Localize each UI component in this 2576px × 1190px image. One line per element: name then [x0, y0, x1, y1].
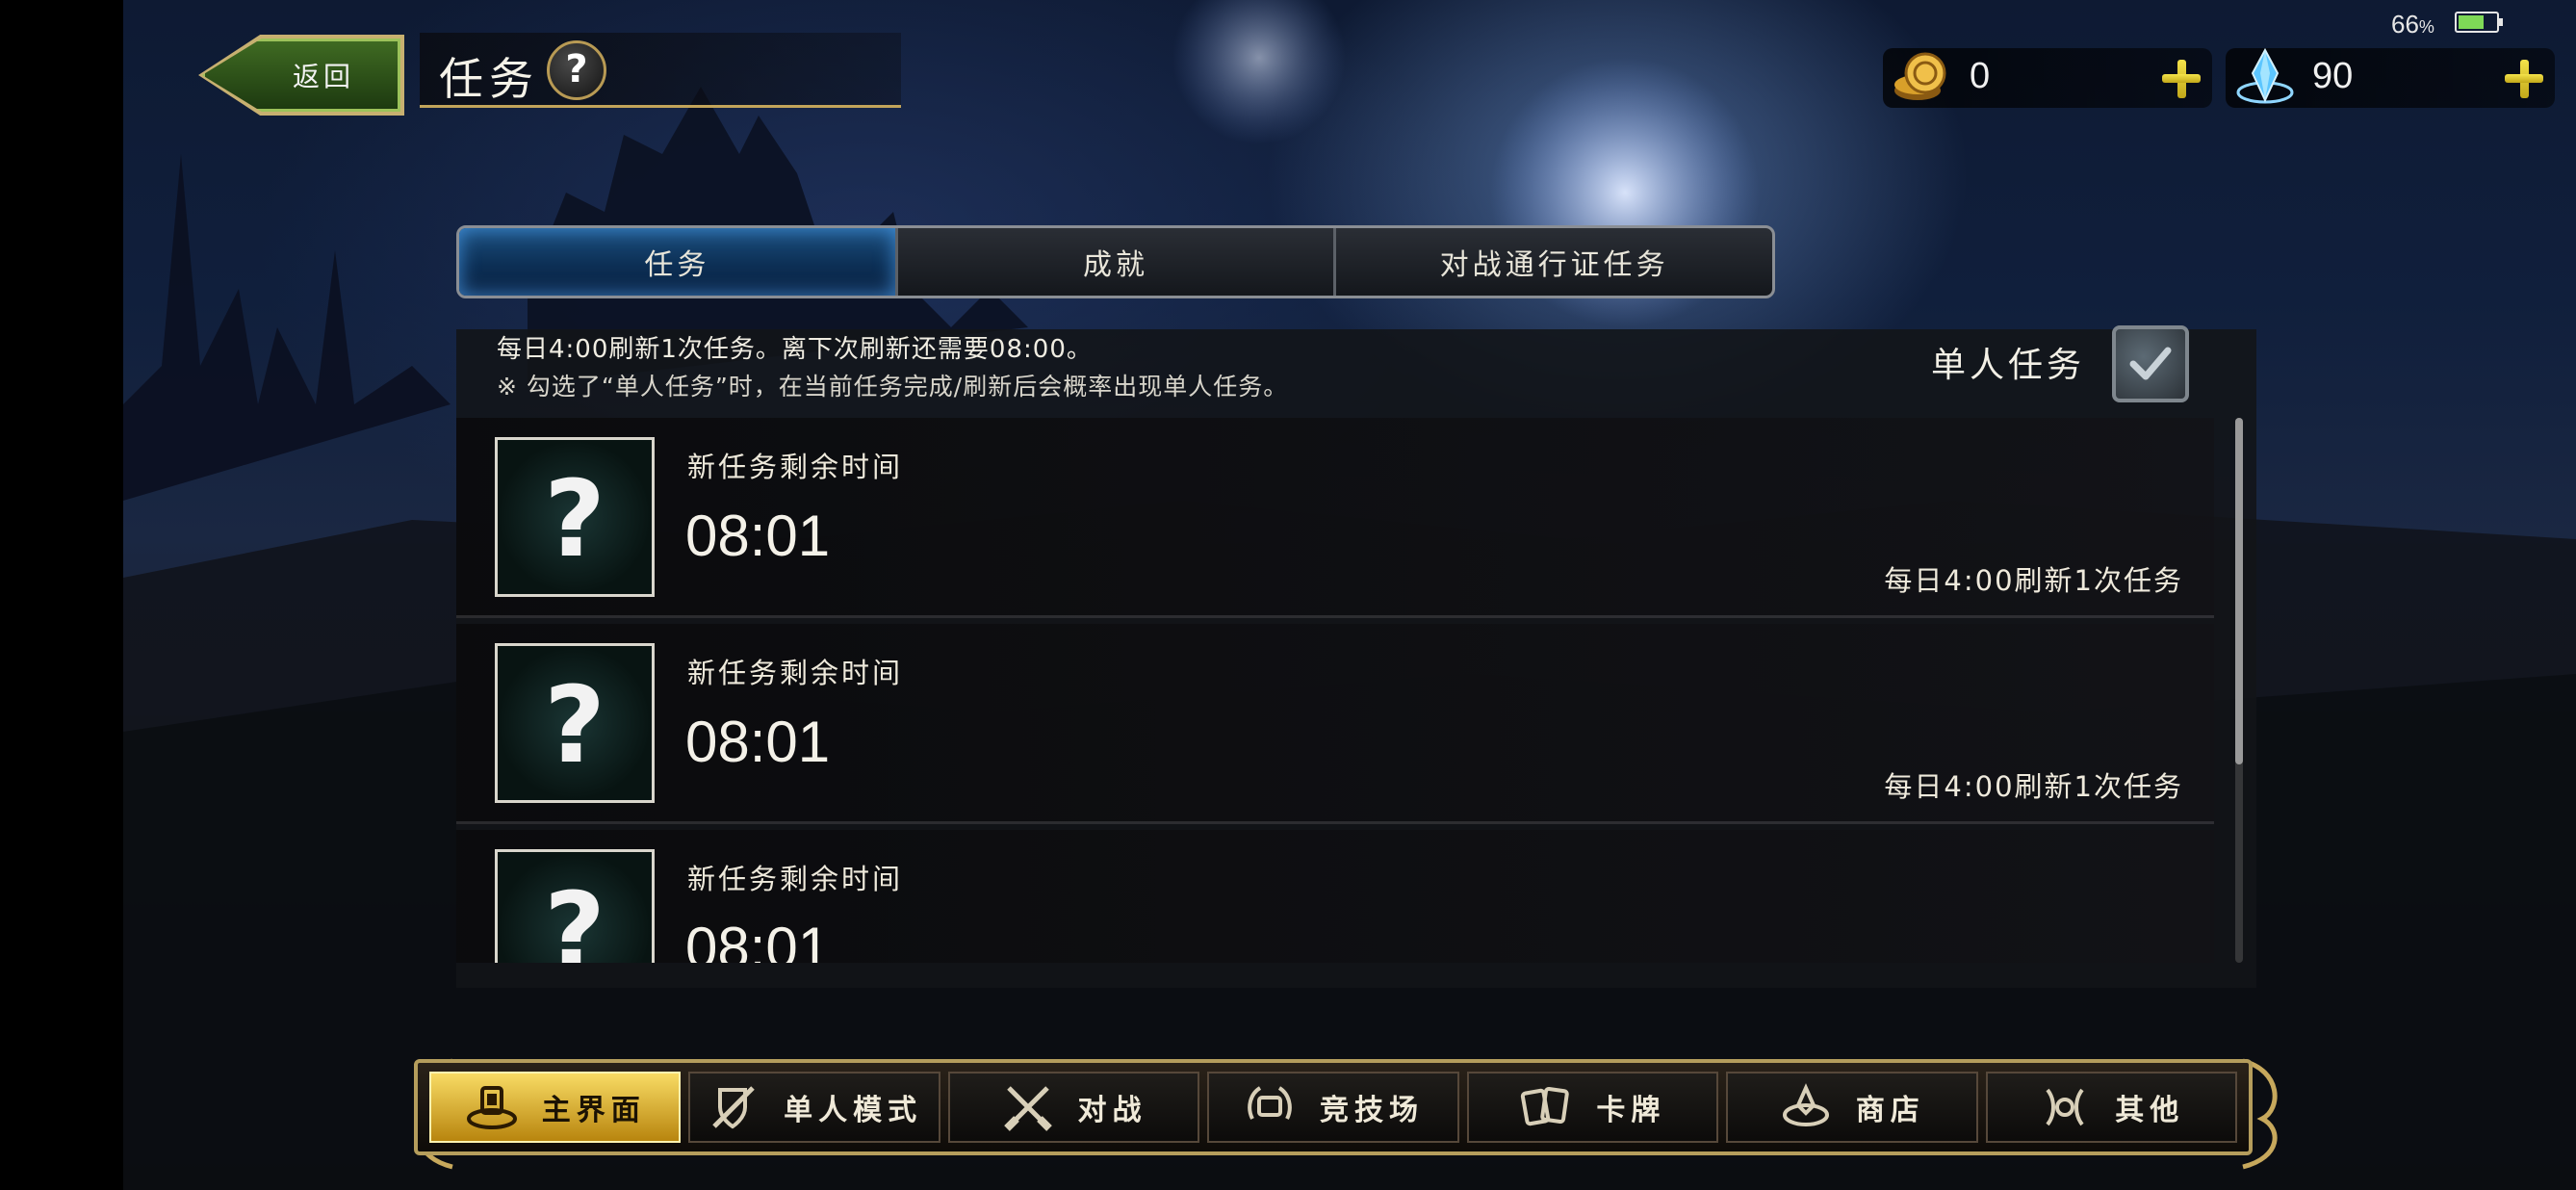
tab-battle-pass-quests[interactable]: 对战通行证任务: [1336, 228, 1772, 296]
arena-laurel-icon: [1248, 1086, 1292, 1120]
blue-crystal-icon: [2236, 47, 2294, 104]
help-question-icon[interactable]: ?: [547, 40, 606, 100]
nav-battle[interactable]: 对战: [947, 1072, 1200, 1143]
quest-refresh-note: 每日4:00刷新1次任务: [1884, 770, 2183, 803]
quest-refresh-note: 每日4:00刷新1次任务: [1884, 564, 2183, 597]
add-crystal-plus-icon[interactable]: [2503, 58, 2545, 100]
tab-label: 成就: [1083, 248, 1148, 282]
quest-countdown: 08:01: [685, 710, 831, 774]
solo-quest-checkbox[interactable]: [2112, 325, 2189, 402]
nav-other[interactable]: 其他: [1985, 1072, 2237, 1143]
page-title: 任务: [439, 53, 539, 105]
other-ornament-icon: [2046, 1088, 2084, 1126]
sword-shield-icon: [712, 1086, 755, 1129]
title-bar: 任务 ?: [420, 33, 901, 108]
quest-title: 新任务剩余时间: [687, 451, 904, 483]
quest-tab-bar: 任务 成就 对战通行证任务: [456, 225, 1775, 298]
gold-coins-icon: [1894, 52, 1946, 100]
question-mark-icon: ?: [544, 869, 605, 963]
quest-row[interactable]: ? 新任务剩余时间 08:01 每日4:00刷新1次任务: [456, 418, 2214, 618]
quest-title: 新任务剩余时间: [687, 657, 904, 689]
nav-shop[interactable]: 商店: [1726, 1072, 1978, 1143]
gold-amount: 0: [1970, 56, 1991, 96]
crystal-currency-display: 90: [2226, 47, 2555, 108]
nav-label: 单人模式: [784, 1094, 923, 1127]
quest-panel: 每日4:00刷新1次任务。离下次刷新还需要08:00。 ※ 勾选了“单人任务”时…: [456, 325, 2256, 988]
tab-label: 对战通行证任务: [1439, 248, 1669, 282]
quest-list-scrollbar[interactable]: [2235, 418, 2243, 963]
tab-achievements[interactable]: 成就: [898, 228, 1334, 296]
nav-label: 竞技场: [1319, 1094, 1424, 1127]
solo-quest-label: 单人任务: [1931, 346, 2086, 385]
nav-label: 卡牌: [1596, 1094, 1666, 1127]
nav-arena[interactable]: 竞技场: [1207, 1072, 1459, 1143]
quest-countdown: 08:01: [685, 504, 831, 568]
cards-icon: [1521, 1087, 1570, 1126]
question-mark-icon: ?: [544, 663, 605, 787]
nav-label: 其他: [2115, 1094, 2185, 1127]
left-letterbox: [0, 0, 123, 1190]
quest-countdown: 08:01: [685, 916, 831, 963]
back-button-label: 返回: [292, 61, 354, 92]
shop-icon: [1782, 1083, 1829, 1126]
refresh-info-text: 每日4:00刷新1次任务。离下次刷新还需要08:00。: [497, 335, 1093, 364]
nav-label: 主界面: [541, 1094, 646, 1127]
nav-label: 对战: [1077, 1094, 1147, 1127]
battery-percentage: 66%: [2391, 10, 2434, 39]
checkmark-icon: [2129, 347, 2172, 380]
battery-icon: [2455, 12, 2503, 33]
crystal-amount: 90: [2312, 56, 2354, 96]
home-icon: [466, 1086, 517, 1129]
gold-currency-display: 0: [1883, 48, 2212, 108]
tab-quests[interactable]: 任务: [459, 228, 895, 296]
nav-solo-mode[interactable]: 单人模式: [688, 1072, 940, 1143]
scrollbar-thumb[interactable]: [2235, 418, 2243, 764]
nav-home[interactable]: 主界面: [429, 1072, 682, 1143]
crossed-swords-icon: [1003, 1086, 1052, 1131]
solo-quest-note-text: ※ 勾选了“单人任务”时，在当前任务完成/刷新后会概率出现单人任务。: [497, 373, 1289, 401]
nav-label: 商店: [1855, 1094, 1925, 1127]
unknown-quest-card: ?: [495, 643, 655, 803]
quest-title: 新任务剩余时间: [687, 863, 904, 895]
quest-row[interactable]: ? 新任务剩余时间 08:01 每日4:00刷新1次任务: [456, 624, 2214, 824]
quest-list[interactable]: ? 新任务剩余时间 08:01 每日4:00刷新1次任务 ? 新任务剩余时间 0…: [456, 418, 2214, 963]
bottom-navigation: 主界面 单人模式 对战 竞技场 卡牌 商店 其他: [414, 1059, 2253, 1155]
nav-cards[interactable]: 卡牌: [1466, 1072, 1719, 1143]
unknown-quest-card: ?: [495, 437, 655, 597]
add-gold-plus-icon[interactable]: [2160, 58, 2202, 100]
tab-label: 任务: [644, 248, 710, 282]
question-mark-icon: ?: [544, 457, 605, 581]
quest-row[interactable]: ? 新任务剩余时间 08:01: [456, 830, 2214, 963]
unknown-quest-card: ?: [495, 849, 655, 963]
